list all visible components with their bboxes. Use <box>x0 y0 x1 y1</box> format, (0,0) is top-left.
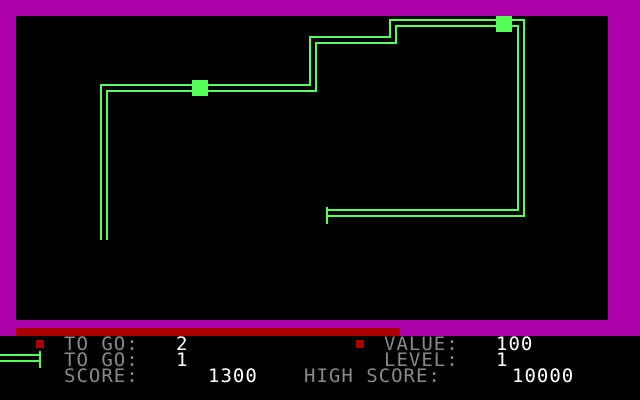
game-screen: TO GO: 2 VALUE: 100 TO GO: 1 LEVEL: 1 SC… <box>0 0 640 400</box>
square-marker-icon <box>36 340 44 348</box>
to-go-value-2: 1 <box>176 349 189 371</box>
high-score-value: 10000 <box>512 365 575 387</box>
score-value: 1300 <box>208 365 258 387</box>
green-square-pickup-icon <box>192 80 208 96</box>
pipe-life-icon <box>0 351 41 368</box>
square-marker-icon <box>356 340 364 348</box>
track-inner-line <box>106 25 519 240</box>
green-square-pickup-icon <box>496 16 512 32</box>
high-score-label: HIGH SCORE: <box>304 365 441 387</box>
level-value: 1 <box>496 349 509 371</box>
track-outer-line <box>100 19 525 240</box>
score-label: SCORE: <box>64 365 139 387</box>
